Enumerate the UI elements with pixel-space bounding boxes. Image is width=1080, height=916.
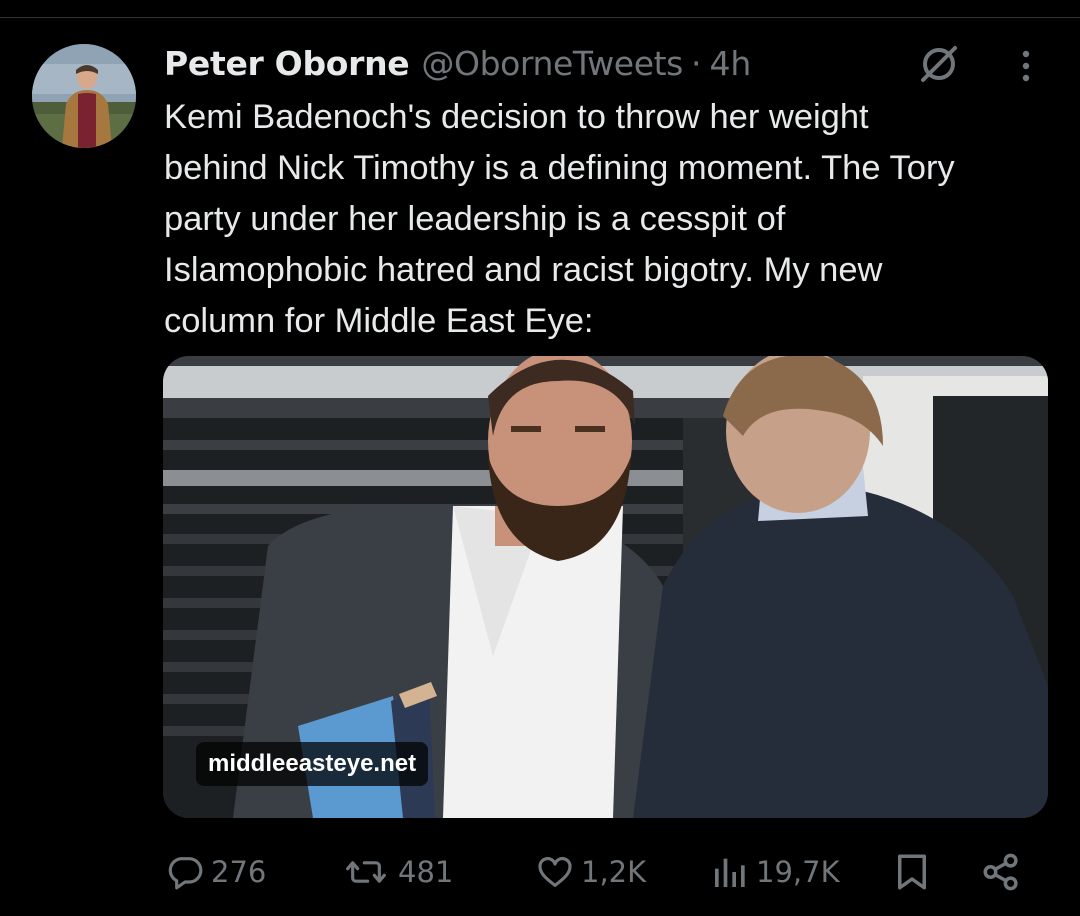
like-count: 1,2K <box>581 855 647 889</box>
tweet-text: Kemi Badenoch's decision to throw her we… <box>164 92 1054 347</box>
tweet-actions: 276 481 1,2K 19,7K <box>0 846 1080 898</box>
link-domain-badge[interactable]: middleeasteye.net <box>196 742 429 786</box>
views-count: 19,7K <box>756 855 840 889</box>
tweet-text-line: Kemi Badenoch's decision to throw her we… <box>164 98 869 136</box>
tweet-timestamp[interactable]: 4h <box>709 44 751 83</box>
views-button[interactable]: 19,7K <box>710 846 840 898</box>
repost-arrows-icon <box>346 861 386 883</box>
bookmark-button[interactable] <box>891 846 933 898</box>
tweet-text-line: column for Middle East Eye: <box>164 302 594 340</box>
author-display-name[interactable]: Peter Oborne <box>164 44 410 83</box>
like-button[interactable]: 1,2K <box>535 846 646 898</box>
author-avatar[interactable] <box>32 44 136 148</box>
repost-button[interactable]: 481 <box>340 846 453 898</box>
tweet-text-line: party under her leadership is a cesspit … <box>164 200 786 238</box>
heart-icon <box>538 856 572 887</box>
tweet-header: Peter Oborne @OborneTweets · 4h <box>164 40 751 86</box>
grok-icon[interactable] <box>915 40 963 88</box>
tweet-text-line: Islamophobic hatred and racist bigotry. … <box>164 251 883 289</box>
avatar-photo <box>32 44 136 148</box>
more-options-icon[interactable] <box>1008 44 1044 88</box>
tweet[interactable]: Peter Oborne @OborneTweets · 4h Kemi Bad… <box>0 0 1080 916</box>
share-button[interactable] <box>980 846 1022 898</box>
header-separator: · <box>690 43 702 83</box>
tweet-text-line: behind Nick Timothy is a defining moment… <box>164 149 955 187</box>
reply-count: 276 <box>211 855 267 889</box>
reply-button[interactable]: 276 <box>165 846 266 898</box>
bookmark-icon <box>898 854 926 890</box>
author-handle[interactable]: @OborneTweets <box>421 44 683 83</box>
speech-bubble-icon <box>168 857 203 890</box>
bar-chart-icon <box>715 858 745 887</box>
repost-count: 481 <box>398 855 454 889</box>
share-nodes-icon <box>983 853 1018 891</box>
